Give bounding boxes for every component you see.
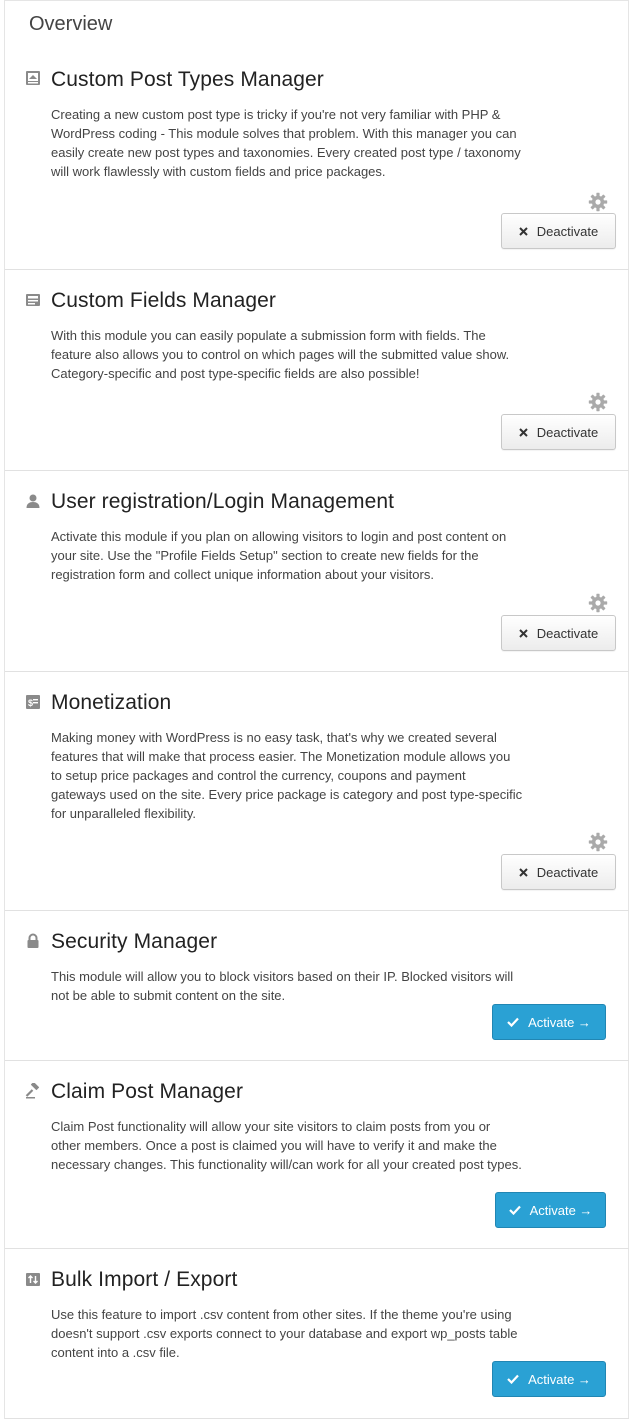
import-export-icon [25, 1271, 41, 1287]
check-icon [507, 1017, 519, 1027]
close-icon [519, 867, 528, 877]
close-icon [519, 628, 528, 638]
gavel-icon [25, 1081, 41, 1099]
module-card: $ Monetization Making money with WordPre… [5, 672, 629, 911]
module-description: Claim Post functionality will allow your… [51, 1119, 522, 1172]
lock-icon [25, 933, 41, 949]
module-description: This module will allow you to block visi… [51, 969, 514, 1003]
module-description: Activate this module if you plan on allo… [51, 529, 507, 582]
module-title: Claim Post Manager [51, 1080, 244, 1103]
money-icon: $ [25, 694, 41, 710]
close-icon [519, 226, 528, 236]
module-card: Claim Post Manager Claim Post functional… [5, 1061, 629, 1249]
svg-text:$: $ [28, 698, 33, 708]
settings-gear-icon[interactable] [588, 392, 608, 412]
module-card: Custom Post Types Manager Creating a new… [5, 55, 629, 270]
module-title: Monetization [51, 691, 172, 714]
button-label: Activate → [529, 1202, 593, 1218]
module-card: Security Manager This module will allow … [5, 911, 629, 1061]
deactivate-button[interactable]: Deactivate [501, 854, 616, 890]
close-icon [519, 427, 528, 437]
button-label: Deactivate [536, 223, 599, 239]
module-title: Security Manager [51, 930, 218, 953]
user-icon [25, 493, 41, 509]
module-title: User registration/Login Management [51, 490, 395, 513]
custom-fields-icon [25, 292, 41, 308]
settings-gear-icon[interactable] [588, 593, 608, 613]
module-title: Custom Fields Manager [51, 289, 277, 312]
activate-button[interactable]: Activate → [495, 1192, 606, 1228]
button-label: Activate → [528, 1014, 591, 1030]
module-title: Bulk Import / Export [51, 1268, 238, 1291]
module-card: Bulk Import / Export Use this feature to… [5, 1249, 629, 1419]
page-title: Overview [29, 13, 113, 35]
post-types-icon [25, 70, 41, 86]
module-card: Custom Fields Manager With this module y… [5, 270, 629, 471]
module-description: Making money with WordPress is no easy t… [51, 730, 523, 821]
module-card: User registration/Login Management Activ… [5, 471, 629, 672]
module-description: Use this feature to import .csv content … [51, 1307, 518, 1360]
module-title: Custom Post Types Manager [51, 68, 324, 91]
button-label: Deactivate [536, 625, 599, 641]
settings-gear-icon[interactable] [588, 832, 608, 852]
button-label: Deactivate [536, 424, 599, 440]
deactivate-button[interactable]: Deactivate [501, 213, 616, 249]
settings-gear-icon[interactable] [588, 192, 608, 212]
button-label: Activate → [528, 1371, 591, 1387]
module-description: Creating a new custom post type is trick… [51, 107, 521, 179]
check-icon [507, 1374, 519, 1384]
activate-button[interactable]: Activate → [492, 1004, 606, 1040]
deactivate-button[interactable]: Deactivate [501, 414, 616, 450]
button-label: Deactivate [536, 864, 599, 880]
check-icon [508, 1205, 521, 1215]
activate-button[interactable]: Activate → [492, 1361, 606, 1397]
module-description: With this module you can easily populate… [51, 328, 510, 381]
deactivate-button[interactable]: Deactivate [501, 615, 616, 651]
